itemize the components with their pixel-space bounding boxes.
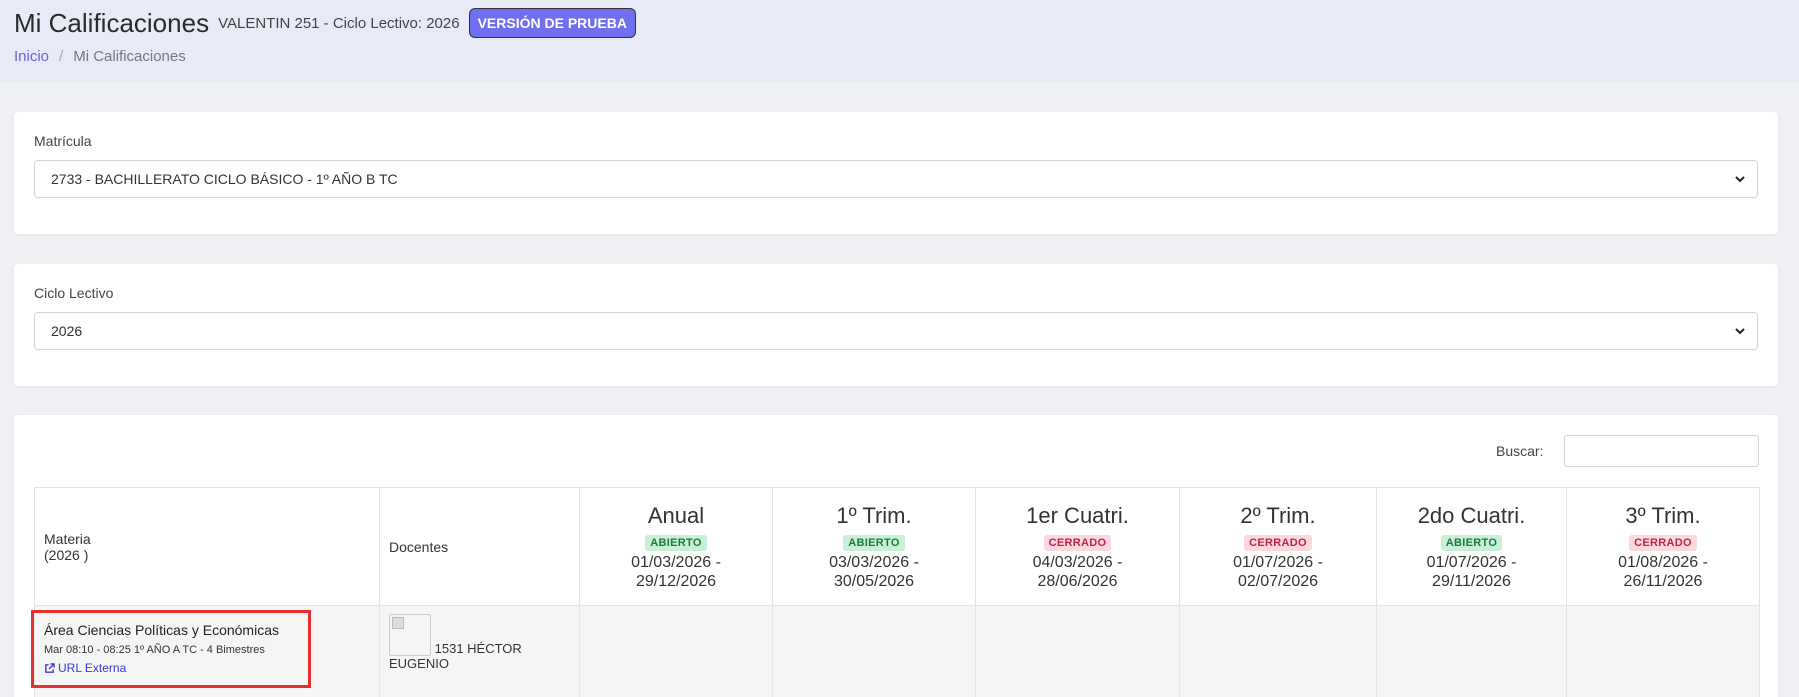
page-header: Mi Calificaciones VALENTIN 251 - Ciclo L… xyxy=(0,0,1799,82)
docente-name-line2: EUGENIO xyxy=(389,656,449,671)
period-status-badge: CERRADO xyxy=(1629,534,1697,551)
period-name: 1er Cuatri. xyxy=(1026,502,1129,528)
grade-cell-anual[interactable] xyxy=(579,605,773,697)
trial-version-badge: VERSIÓN DE PRUEBA xyxy=(468,8,636,38)
materia-header-year: (2026 ) xyxy=(44,546,89,563)
docente-avatar xyxy=(389,614,431,656)
column-header-docentes[interactable]: Docentes xyxy=(379,487,580,606)
ciclo-selected-value: 2026 xyxy=(51,323,83,339)
period-end: 29/12/2026 xyxy=(635,572,717,590)
search-label: Buscar: xyxy=(1496,443,1544,459)
matricula-label: Matrícula xyxy=(34,133,92,149)
period-end: 26/11/2026 xyxy=(1623,572,1703,590)
ciclo-card: Ciclo Lectivo 2026 xyxy=(14,264,1778,386)
docente-name-line1: 1531 HÉCTOR xyxy=(434,641,522,656)
matricula-selected-value: 2733 - BACHILLERATO CICLO BÁSICO - 1º AÑ… xyxy=(51,171,398,187)
column-header-materia[interactable]: Materia (2026 ) xyxy=(34,487,380,606)
chevron-down-icon xyxy=(1735,328,1745,335)
matricula-card: Matrícula 2733 - BACHILLERATO CICLO BÁSI… xyxy=(14,112,1778,234)
period-start: 01/03/2026 - xyxy=(631,553,721,571)
period-start: 01/07/2026 - xyxy=(1233,553,1323,571)
breadcrumb: Inicio / Mi Calificaciones xyxy=(14,48,186,65)
breadcrumb-current: Mi Calificaciones xyxy=(73,48,186,65)
period-end: 02/07/2026 xyxy=(1237,572,1319,590)
period-name: Anual xyxy=(647,502,705,528)
grades-table: Materia (2026 ) Docentes Anual ABIERTO 0… xyxy=(31,487,1760,697)
period-status-badge: CERRADO xyxy=(1244,534,1312,551)
external-url-link[interactable]: URL Externa xyxy=(44,661,298,675)
search-input[interactable] xyxy=(1564,435,1759,467)
page-subtitle: VALENTIN 251 - Ciclo Lectivo: 2026 xyxy=(218,14,460,32)
page-title: Mi Calificaciones xyxy=(14,7,210,38)
period-header-1-trim[interactable]: 1º Trim. ABIERTO 03/03/2026 - 30/05/2026 xyxy=(772,487,976,606)
period-status-badge: ABIERTO xyxy=(645,534,707,551)
materia-name: Área Ciencias Políticas y Económicas xyxy=(44,622,279,638)
period-header-anual[interactable]: Anual ABIERTO 01/03/2026 - 29/12/2026 xyxy=(579,487,773,606)
docente-cell: 1531 HÉCTOR EUGENIO xyxy=(379,605,580,697)
materia-cell: Área Ciencias Políticas y Económicas Mar… xyxy=(31,605,380,697)
period-header-2-trim[interactable]: 2º Trim. CERRADO 01/07/2026 - 02/07/2026 xyxy=(1179,487,1377,606)
period-header-2do-cuatri[interactable]: 2do Cuatri. ABIERTO 01/07/2026 - 29/11/2… xyxy=(1376,487,1567,606)
materia-header-label: Materia xyxy=(44,530,91,547)
ciclo-label: Ciclo Lectivo xyxy=(34,285,114,301)
grade-cell-1-trim[interactable] xyxy=(772,605,976,697)
matricula-select[interactable]: 2733 - BACHILLERATO CICLO BÁSICO - 1º AÑ… xyxy=(34,160,1758,198)
materia-highlight-box: Área Ciencias Políticas y Económicas Mar… xyxy=(31,610,311,688)
period-name: 3º Trim. xyxy=(1625,502,1701,528)
period-name: 1º Trim. xyxy=(836,502,912,528)
materia-schedule: Mar 08:10 - 08:25 1º AÑO A TC - 4 Bimest… xyxy=(44,644,265,656)
period-end: 30/05/2026 xyxy=(833,572,915,590)
period-status-badge: CERRADO xyxy=(1043,534,1112,551)
period-header-3-trim[interactable]: 3º Trim. CERRADO 01/08/2026 - 26/11/2026 xyxy=(1566,487,1760,606)
external-link-label: URL Externa xyxy=(58,661,127,675)
period-end: 29/11/2026 xyxy=(1432,572,1511,590)
period-start: 01/07/2026 - xyxy=(1426,553,1517,571)
grade-cell-3-trim[interactable] xyxy=(1566,605,1760,697)
period-name: 2do Cuatri. xyxy=(1417,502,1526,528)
external-link-icon xyxy=(45,662,55,673)
docentes-header-label: Docentes xyxy=(389,538,449,555)
grade-cell-2do-cuatri[interactable] xyxy=(1376,605,1567,697)
ciclo-select[interactable]: 2026 xyxy=(34,312,1758,350)
breadcrumb-separator: / xyxy=(59,48,64,65)
breadcrumb-home-link[interactable]: Inicio xyxy=(14,48,49,65)
grade-cell-1er-cuatri[interactable] xyxy=(975,605,1180,697)
chevron-down-icon xyxy=(1735,176,1745,183)
period-start: 03/03/2026 - xyxy=(829,553,919,571)
period-header-1er-cuatri[interactable]: 1er Cuatri. CERRADO 04/03/2026 - 28/06/2… xyxy=(975,487,1180,606)
period-end: 28/06/2026 xyxy=(1037,572,1118,590)
period-status-badge: ABIERTO xyxy=(1440,534,1503,551)
table-row: Área Ciencias Políticas y Económicas Mar… xyxy=(31,605,1760,697)
period-name: 2º Trim. xyxy=(1240,502,1316,528)
grade-cell-2-trim[interactable] xyxy=(1179,605,1377,697)
period-start: 01/08/2026 - xyxy=(1618,553,1708,571)
period-start: 04/03/2026 - xyxy=(1032,553,1123,571)
period-status-badge: ABIERTO xyxy=(843,534,905,551)
